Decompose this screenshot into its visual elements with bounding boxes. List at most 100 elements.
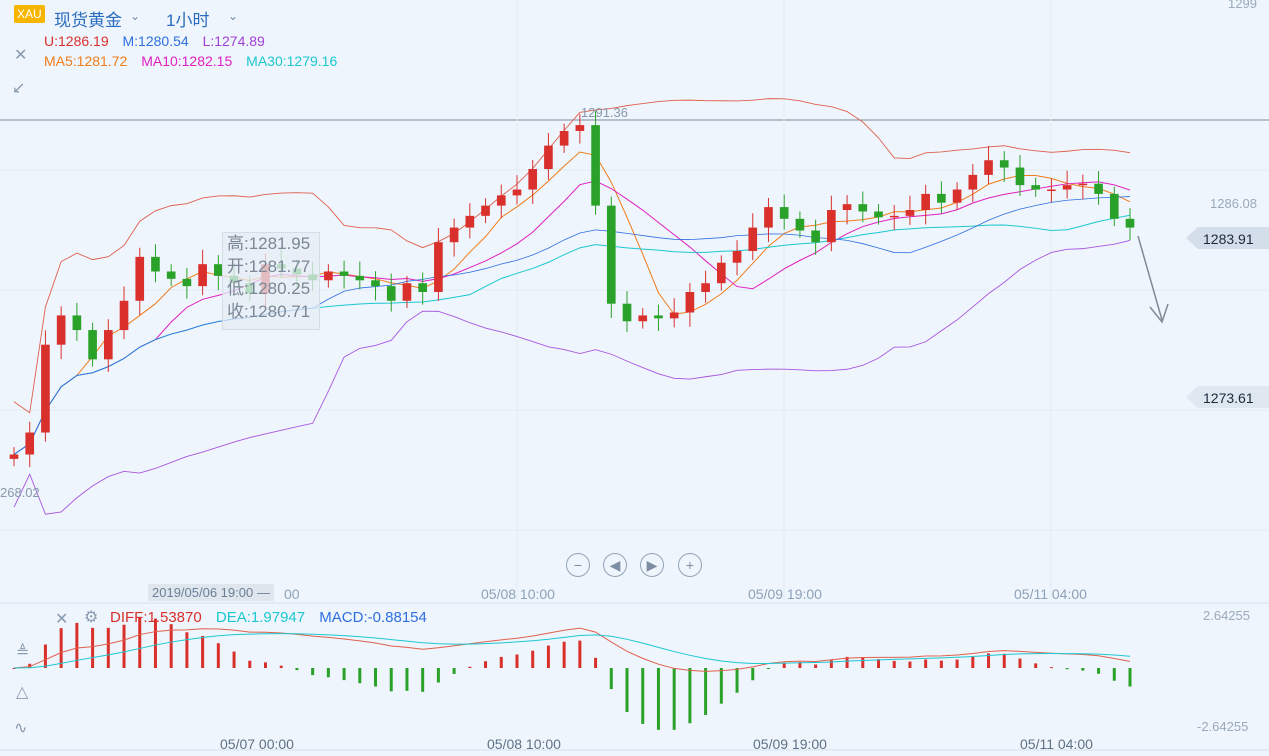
candle xyxy=(496,195,506,206)
candle xyxy=(386,286,396,301)
macd-bar xyxy=(468,666,472,668)
candle xyxy=(1078,183,1088,186)
close-icon[interactable]: ✕ xyxy=(55,609,68,629)
macd-axis-bottom: -2.64255 xyxy=(1197,719,1248,734)
time-label: 05/11 04:00 xyxy=(1014,586,1087,602)
macd-bar xyxy=(971,656,975,668)
macd-bar xyxy=(609,668,613,690)
candle xyxy=(135,256,145,301)
candle xyxy=(1094,183,1103,194)
candle xyxy=(25,432,35,455)
candle xyxy=(889,215,899,218)
macd-bar xyxy=(546,645,550,668)
macd-legend: DIFF:1.53870 DEA:1.97947 MACD:-0.88154 xyxy=(110,609,437,626)
time-label: 05/07 00:00 xyxy=(220,736,294,752)
candle xyxy=(748,227,758,252)
candle xyxy=(166,271,176,279)
macd-bar xyxy=(75,622,79,668)
macd-bar xyxy=(1081,668,1085,671)
macd-bar xyxy=(122,624,126,668)
candle xyxy=(858,204,868,212)
macd-bar xyxy=(216,643,220,668)
tooltip-low: 低:1280.25 xyxy=(227,279,311,298)
step-back-button[interactable]: ◀ xyxy=(603,553,627,577)
candle xyxy=(418,283,427,292)
macd-bar xyxy=(924,659,928,668)
candle xyxy=(355,275,365,281)
macd-bar xyxy=(861,657,865,668)
zoom-in-button[interactable]: + xyxy=(678,553,702,577)
macd-bar xyxy=(421,668,425,692)
candle xyxy=(779,207,789,219)
candle xyxy=(56,315,66,345)
macd-bar xyxy=(751,668,755,681)
macd-bar xyxy=(578,640,582,668)
indicator-icon[interactable]: ∿ xyxy=(14,718,27,738)
candle xyxy=(591,125,600,206)
candle xyxy=(1125,218,1135,228)
macd-bar xyxy=(1018,658,1022,668)
axis-mid-label: 1286.08 xyxy=(1210,196,1257,211)
time-label: 05/11 04:00 xyxy=(1020,736,1093,752)
macd-bar xyxy=(704,668,708,715)
candle xyxy=(434,242,443,292)
diff-label: DIFF:1.53870 xyxy=(110,609,202,626)
candle xyxy=(685,291,695,313)
macd-label: MACD:-0.88154 xyxy=(319,609,427,626)
candle xyxy=(41,344,50,433)
macd-bar xyxy=(766,668,770,669)
candle xyxy=(999,160,1009,168)
candle xyxy=(182,278,192,287)
candle xyxy=(654,315,663,319)
macd-bar xyxy=(955,659,959,668)
zoom-out-button[interactable]: − xyxy=(566,553,590,577)
candle xyxy=(449,227,459,243)
candle xyxy=(701,283,710,292)
macd-bar xyxy=(688,668,692,724)
step-forward-button[interactable]: ▶ xyxy=(640,553,664,577)
ohlc-tooltip: 高:1281.95 开:1281.77 低:1280.25 收:1280.71 xyxy=(222,232,320,330)
candle xyxy=(606,205,616,304)
crosshair-date: 2019/05/06 19:00 — xyxy=(148,584,274,601)
price-chart[interactable]: 1299 1286.08 1291.36 268.02 00 05/08 10:… xyxy=(0,0,1269,756)
candle xyxy=(795,218,805,231)
candle xyxy=(559,130,569,146)
macd-bar xyxy=(1002,653,1006,668)
candle xyxy=(842,204,852,211)
candle xyxy=(921,193,930,211)
time-label: 05/09 19:00 xyxy=(748,586,822,602)
time-label: 05/08 10:00 xyxy=(481,586,555,602)
high-label: 1291.36 xyxy=(581,105,628,120)
dea-line xyxy=(13,633,1131,669)
macd-bar xyxy=(91,627,95,668)
macd-bar xyxy=(295,668,299,671)
candle xyxy=(905,210,915,216)
candle xyxy=(827,210,836,243)
candle xyxy=(72,315,82,331)
candle xyxy=(937,193,946,203)
chart-tool-icon[interactable]: ≜ xyxy=(16,642,29,662)
ma10-line xyxy=(13,180,1131,455)
macd-bar xyxy=(672,668,676,730)
gear-icon[interactable]: ⚙ xyxy=(84,607,98,627)
candle xyxy=(9,454,19,459)
candle xyxy=(544,145,553,170)
macd-bar xyxy=(1112,668,1116,681)
current-price-tag: 1283.91 xyxy=(1203,231,1254,247)
candle xyxy=(1015,167,1025,186)
candle xyxy=(717,262,726,284)
macd-bar xyxy=(484,661,488,668)
candle xyxy=(339,271,349,276)
ma30-line xyxy=(13,214,1131,455)
draw-tool-icon[interactable]: △ xyxy=(16,682,28,702)
diff-line xyxy=(13,627,1131,672)
candle xyxy=(324,271,333,281)
macd-bar xyxy=(1049,667,1053,669)
candle xyxy=(575,125,585,131)
macd-bar xyxy=(59,628,63,668)
candle xyxy=(88,330,97,360)
macd-bar xyxy=(263,662,267,668)
macd-bar xyxy=(436,668,440,683)
macd-bar xyxy=(719,668,723,704)
macd-bar xyxy=(374,668,378,687)
